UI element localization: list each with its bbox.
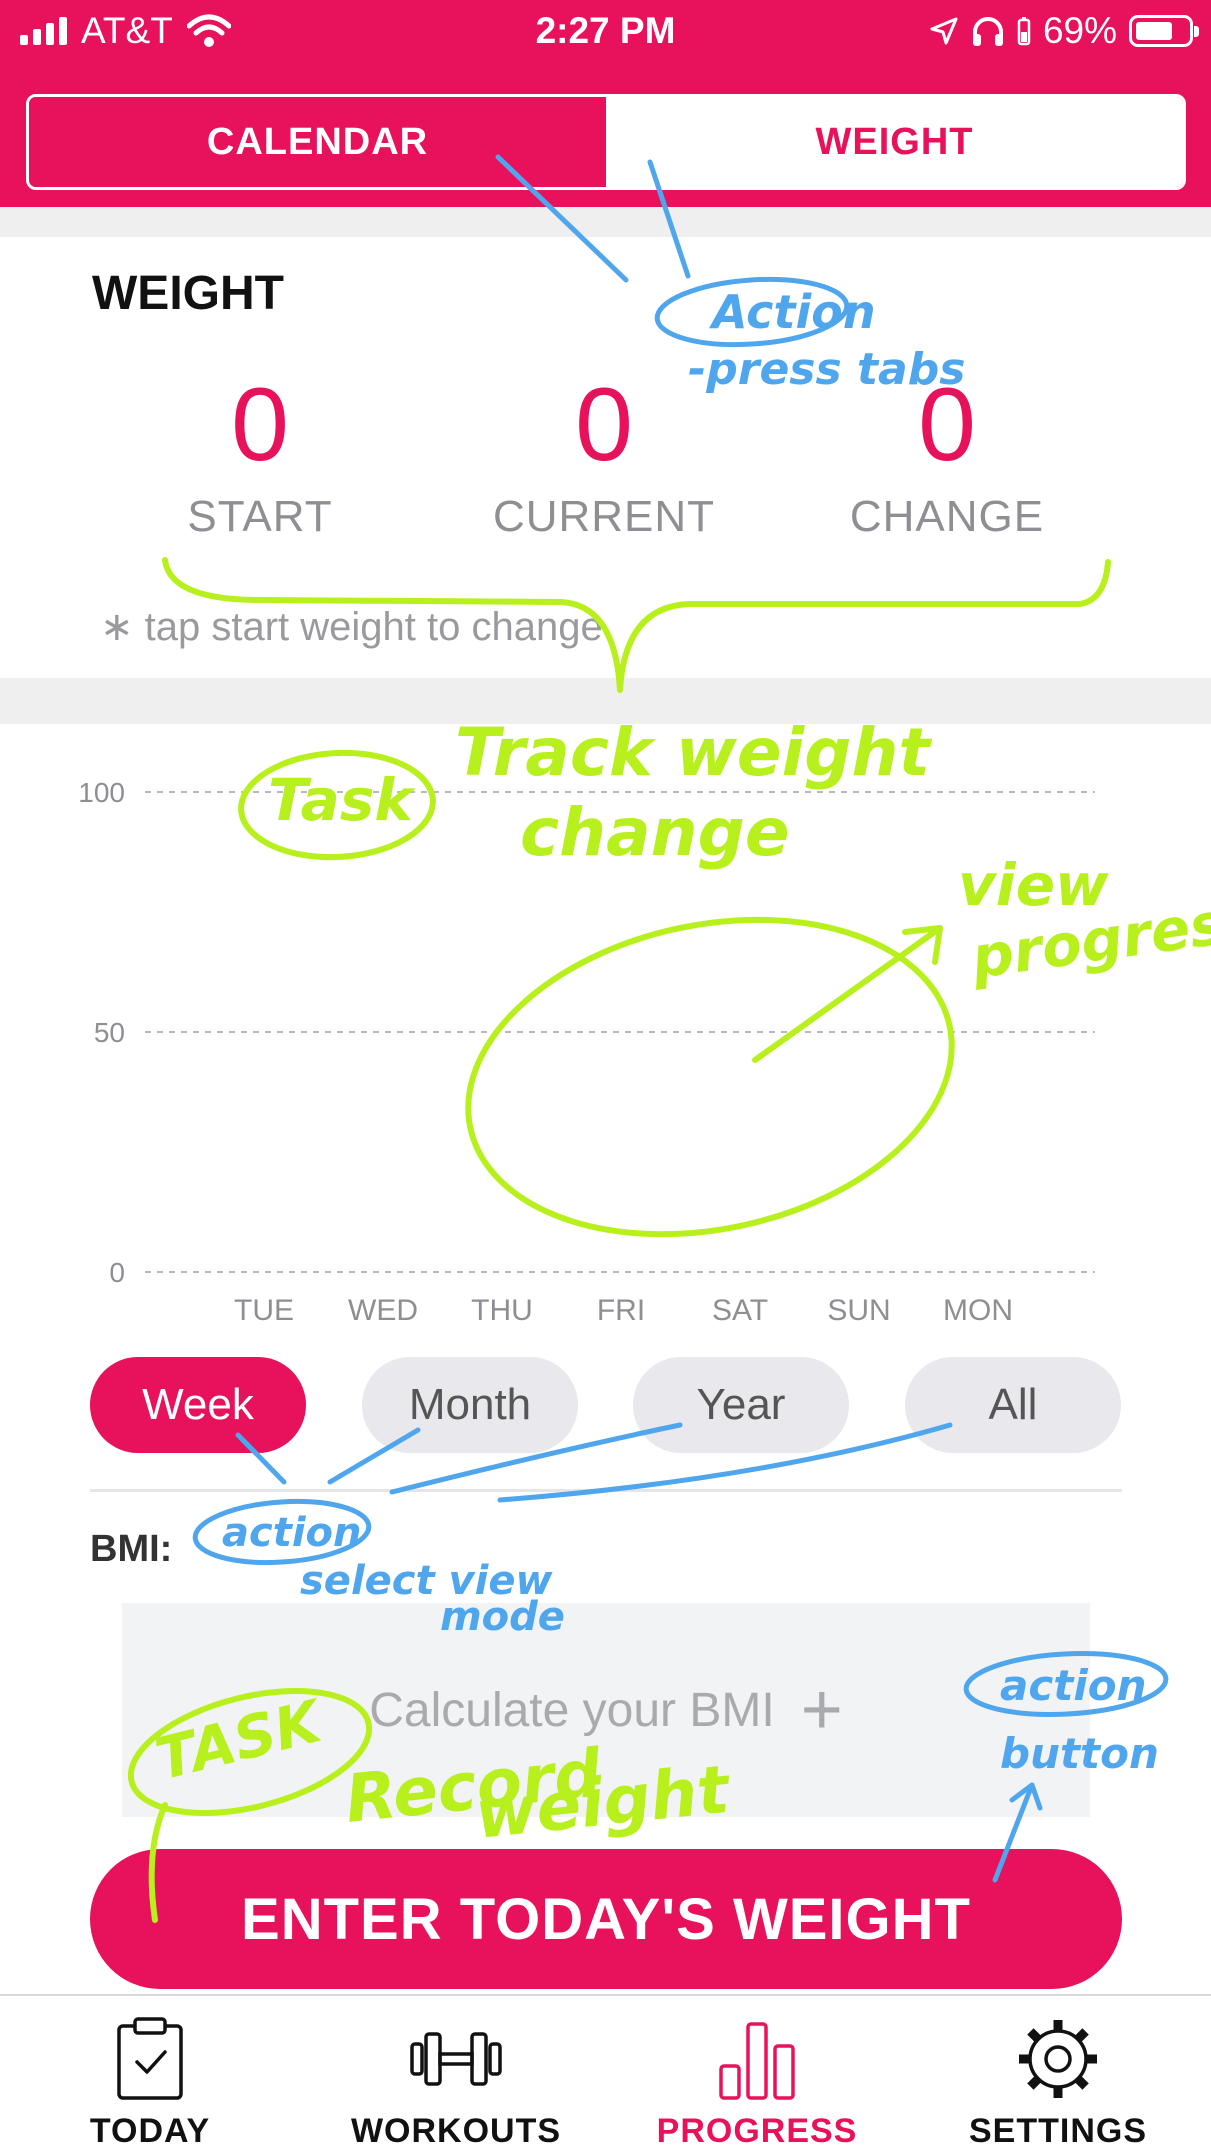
current-weight-stat: 0 CURRENT <box>454 370 754 542</box>
battery-percent: 69% <box>1042 10 1117 51</box>
section-separator <box>0 207 1211 237</box>
tab-weight[interactable]: WEIGHT <box>606 97 1183 187</box>
start-weight-label: START <box>187 492 333 541</box>
enter-weight-button[interactable]: ENTER TODAY'S WEIGHT <box>90 1849 1122 1989</box>
start-weight-hint: ∗ tap start weight to change <box>100 605 603 649</box>
y-tick-label: 0 <box>109 1257 125 1288</box>
battery-icon <box>1129 15 1199 47</box>
annotation-action-select: action <box>222 1510 362 1556</box>
change-weight-label: CHANGE <box>849 492 1045 541</box>
range-year-button[interactable]: Year <box>633 1357 849 1453</box>
change-weight-value: 0 <box>918 367 976 483</box>
tabbar-item-workouts[interactable]: WORKOUTS <box>306 2016 606 2151</box>
plus-icon: + <box>800 1670 843 1750</box>
calculate-bmi-label: Calculate your BMI <box>369 1683 775 1737</box>
progress-screen: AT&T 2:27 PM 69% CALENDAR WEIGHT WEIGHT … <box>0 0 1211 2154</box>
battery-small-icon <box>1017 17 1031 46</box>
bar-chart-icon <box>719 2022 795 2100</box>
start-weight-stat[interactable]: 0 START <box>110 370 410 542</box>
start-weight-value[interactable]: 0 <box>110 370 410 480</box>
range-month-button[interactable]: Month <box>362 1357 578 1453</box>
weight-section-title: WEIGHT <box>92 267 284 320</box>
view-segmented-control: CALENDAR WEIGHT <box>26 94 1186 190</box>
x-tick-label: MON <box>943 1294 1013 1327</box>
tab-bar: TODAY WORKOUTS PROGRESS SETTINGS <box>0 1994 1211 2154</box>
status-bar: AT&T 2:27 PM 69% <box>0 0 1211 70</box>
headphones-icon <box>972 17 1003 46</box>
current-weight-value: 0 <box>575 367 633 483</box>
change-weight-stat: 0 CHANGE <box>797 370 1097 542</box>
tabbar-label-settings: SETTINGS <box>968 2112 1148 2150</box>
x-tick-label: FRI <box>597 1294 645 1327</box>
tab-calendar[interactable]: CALENDAR <box>29 97 606 187</box>
gear-icon <box>1019 2020 1097 2098</box>
dumbbell-icon <box>410 2032 502 2086</box>
x-tick-label: SUN <box>827 1294 890 1327</box>
location-arrow-icon <box>930 17 958 45</box>
tabbar-item-settings[interactable]: SETTINGS <box>908 2016 1208 2151</box>
clipboard-check-icon <box>117 2017 183 2100</box>
range-all-button[interactable]: All <box>905 1357 1121 1453</box>
y-tick-label: 50 <box>94 1017 125 1048</box>
current-weight-label: CURRENT <box>492 492 716 541</box>
y-tick-label: 100 <box>78 777 125 808</box>
tabbar-item-progress[interactable]: PROGRESS <box>607 2016 907 2151</box>
x-tick-label: TUE <box>234 1294 294 1327</box>
calculate-bmi-button[interactable]: Calculate your BMI + <box>122 1603 1090 1817</box>
x-tick-label: WED <box>348 1294 418 1327</box>
tabbar-label-workouts: WORKOUTS <box>350 2112 562 2150</box>
tabbar-item-today[interactable]: TODAY <box>0 2016 300 2151</box>
annotation-action-tabs: Action <box>709 285 876 339</box>
section-separator-2 <box>0 678 1211 724</box>
weight-chart: 100 50 0 TUE WED THU FRI SAT SUN MON <box>78 777 1095 1327</box>
range-week-button[interactable]: Week <box>90 1357 306 1453</box>
x-tick-label: SAT <box>712 1294 768 1327</box>
tabbar-label-today: TODAY <box>89 2112 211 2150</box>
status-right: 69% <box>929 10 1199 52</box>
bmi-label: BMI: <box>90 1528 173 1570</box>
x-tick-label: THU <box>471 1294 533 1327</box>
annotation-select-view: select view <box>300 1558 553 1604</box>
app-header: AT&T 2:27 PM 69% CALENDAR WEIGHT <box>0 0 1211 207</box>
tabbar-label-progress: PROGRESS <box>656 2112 858 2150</box>
divider <box>90 1489 1122 1492</box>
